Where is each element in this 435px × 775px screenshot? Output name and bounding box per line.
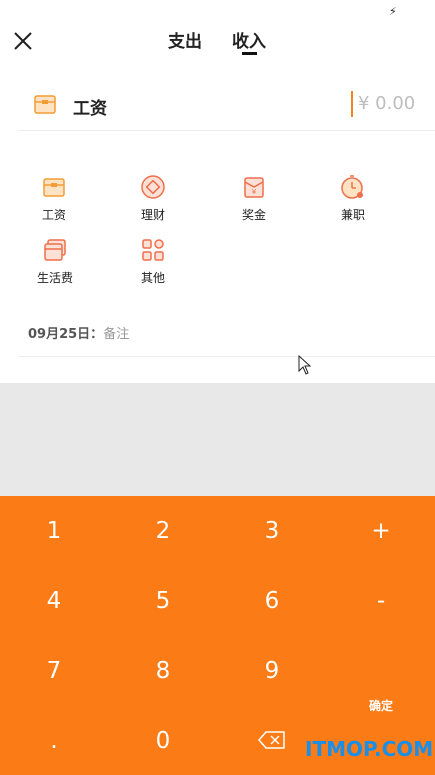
selected-category-label: 工资	[73, 99, 107, 119]
numeric-keypad: 1 2 3 + 4 5 6 - 7 8 9 确定 . 0	[0, 496, 435, 775]
amount-input[interactable]: ¥ 0.00	[358, 93, 415, 114]
key-decimal[interactable]: .	[0, 706, 108, 775]
key-9[interactable]: 9	[218, 636, 326, 706]
clock-icon	[341, 175, 363, 199]
wallet-icon	[43, 178, 65, 197]
grid-icon	[142, 239, 164, 261]
amount-row[interactable]: 工资 ¥ 0.00	[18, 84, 435, 131]
category-salary[interactable]: 工资	[24, 174, 84, 223]
category-part-time[interactable]: 兼职	[323, 174, 383, 223]
divider	[18, 356, 435, 357]
text-cursor	[351, 91, 353, 117]
watermark: ITMOP.COM	[305, 737, 434, 761]
category-living-expenses[interactable]: 生活费	[25, 237, 85, 286]
key-2[interactable]: 2	[109, 496, 217, 566]
red-envelope-icon: ¥	[244, 177, 264, 198]
lightning-bolt-icon: ⚡	[389, 5, 397, 18]
key-4[interactable]: 4	[0, 566, 108, 636]
category-label: 工资	[41, 208, 66, 222]
tab-income[interactable]: 收入	[232, 27, 266, 52]
note-input[interactable]: 备注	[103, 327, 129, 342]
category-label: 兼职	[340, 208, 365, 222]
category-label: 理财	[140, 208, 165, 222]
key-plus[interactable]: +	[327, 496, 435, 566]
mouse-pointer-icon	[298, 355, 312, 375]
backspace-icon	[258, 730, 285, 749]
key-3[interactable]: 3	[218, 496, 326, 566]
cards-icon	[44, 239, 66, 261]
active-tab-indicator	[242, 52, 257, 55]
screen: ⚡ 支出 收入 工资 ¥ 0.00 工资 理财 ¥ 奖金 兼职 生活费 其他 0…	[0, 0, 435, 775]
confirm-button[interactable]: 确定	[327, 671, 435, 741]
category-bonus[interactable]: ¥ 奖金	[224, 174, 284, 223]
key-5[interactable]: 5	[109, 566, 217, 636]
category-finance[interactable]: 理财	[123, 174, 183, 223]
category-other[interactable]: 其他	[123, 237, 183, 286]
key-0[interactable]: 0	[109, 706, 217, 775]
key-8[interactable]: 8	[109, 636, 217, 706]
coin-icon	[141, 175, 165, 199]
tab-expense[interactable]: 支出	[168, 27, 202, 52]
key-1[interactable]: 1	[0, 496, 108, 566]
svg-text:¥: ¥	[252, 188, 257, 196]
key-6[interactable]: 6	[218, 566, 326, 636]
key-minus[interactable]: -	[327, 566, 435, 636]
category-label: 奖金	[241, 208, 266, 222]
note-row[interactable]: 09月25日：备注	[28, 323, 129, 342]
category-label: 其他	[140, 271, 165, 285]
key-7[interactable]: 7	[0, 636, 108, 706]
close-icon[interactable]	[12, 30, 34, 52]
note-date: 09月25日：	[28, 327, 104, 342]
category-label: 生活费	[36, 271, 73, 285]
wallet-icon	[34, 95, 56, 114]
spacer-area	[0, 383, 435, 496]
